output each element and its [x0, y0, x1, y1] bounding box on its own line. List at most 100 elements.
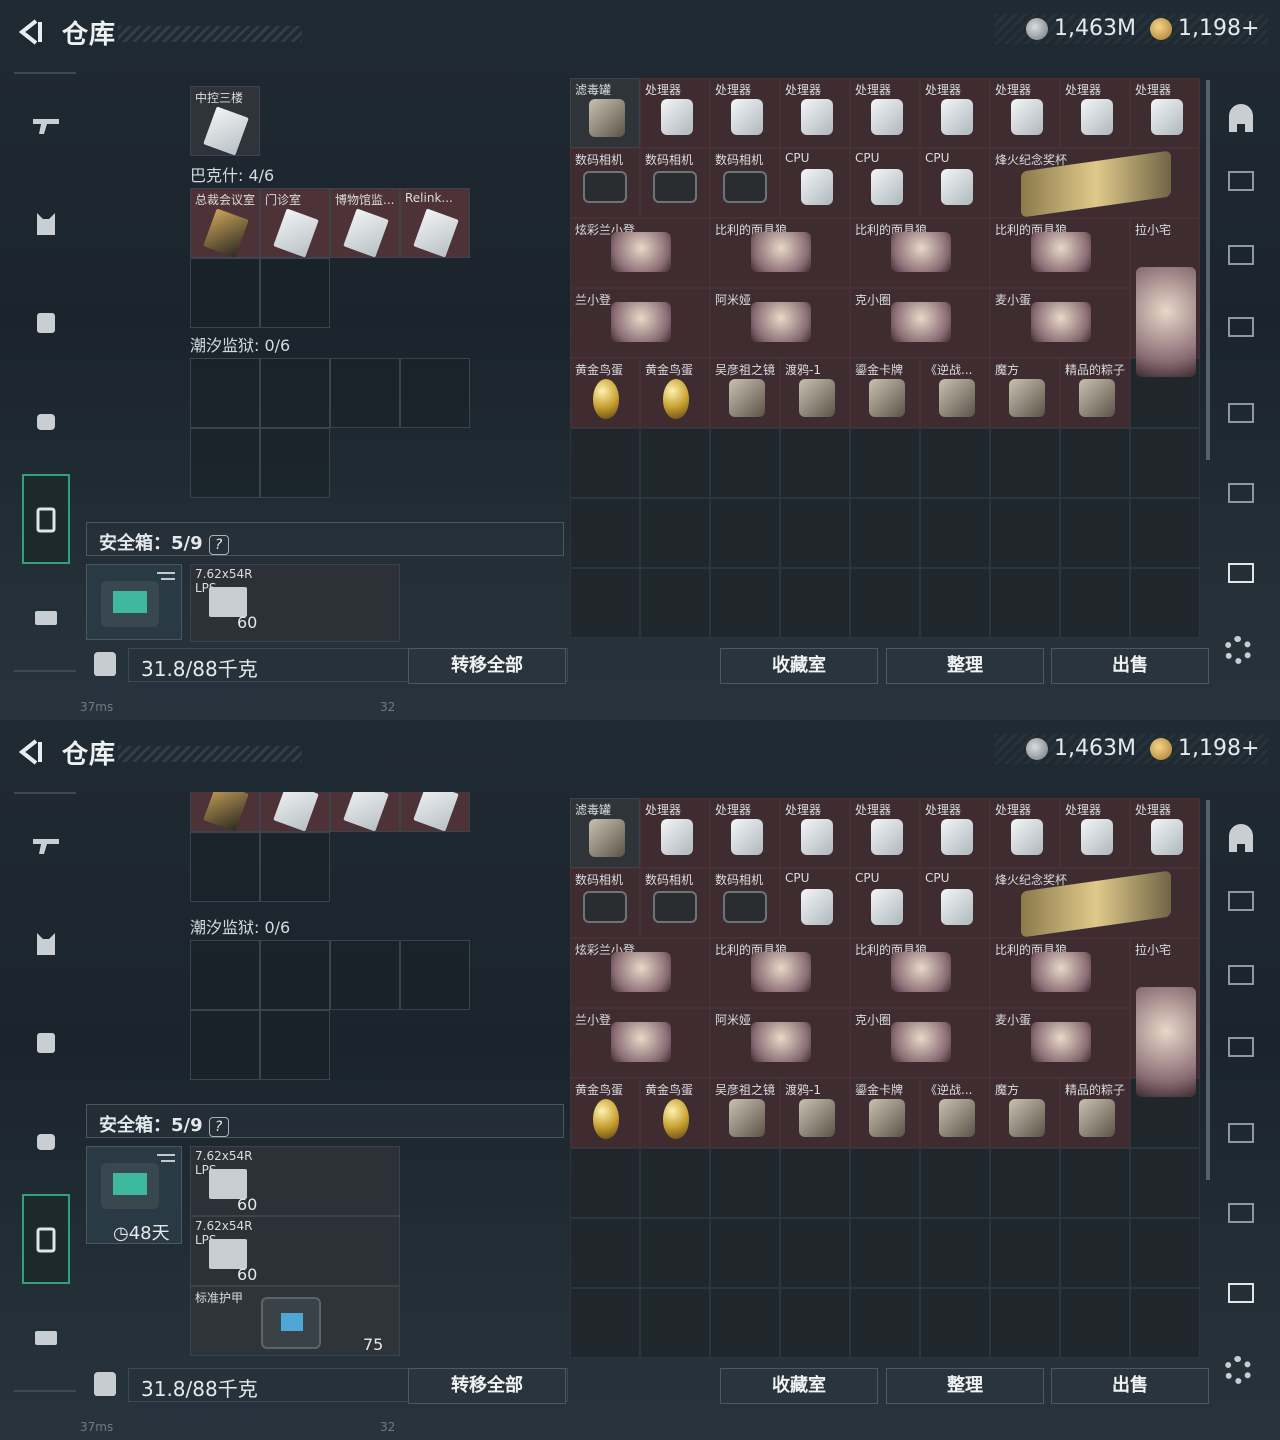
- inventory-item[interactable]: 处理器: [990, 78, 1060, 148]
- sidebar-item-weapon[interactable]: [22, 102, 70, 150]
- grid-cell[interactable]: [920, 1218, 990, 1288]
- sidebar-item-armor[interactable]: [22, 920, 70, 968]
- keycard-slot[interactable]: 博物馆监...: [330, 188, 400, 258]
- inventory-item[interactable]: 吴彦祖之镜: [710, 358, 780, 428]
- grid-cell[interactable]: [570, 1288, 640, 1358]
- grid-cell[interactable]: [850, 428, 920, 498]
- expand-storage-icon[interactable]: [1218, 304, 1264, 348]
- inventory-item[interactable]: CPU: [850, 148, 920, 218]
- keycard-slot[interactable]: Relink...: [400, 188, 470, 258]
- warehouse-tab-icon[interactable]: [1218, 98, 1264, 142]
- sidebar-item-briefcase[interactable]: [22, 1312, 70, 1360]
- inventory-item[interactable]: 烽火纪念奖杯: [990, 148, 1200, 218]
- inventory-item[interactable]: 比利的面具狼: [850, 218, 990, 288]
- inventory-item[interactable]: 处理器: [850, 798, 920, 868]
- empty-slot[interactable]: [190, 1010, 260, 1080]
- grid-cell[interactable]: [1060, 1218, 1130, 1288]
- grid-cell[interactable]: [780, 1218, 850, 1288]
- sidebar-item-briefcase[interactable]: [22, 592, 70, 640]
- expand-storage-icon[interactable]: [1218, 550, 1264, 594]
- grid-cell[interactable]: [920, 1148, 990, 1218]
- grid-cell[interactable]: [710, 1218, 780, 1288]
- expand-storage-icon[interactable]: [1218, 158, 1264, 202]
- keycard-slot[interactable]: 总裁会议室: [190, 188, 260, 258]
- grid-cell[interactable]: [990, 568, 1060, 638]
- inventory-item[interactable]: 魔方: [990, 1078, 1060, 1148]
- grid-cell[interactable]: [1060, 1288, 1130, 1358]
- empty-slot[interactable]: [260, 428, 330, 498]
- inventory-item[interactable]: 精品的粽子: [1060, 358, 1130, 428]
- empty-slot[interactable]: [400, 358, 470, 428]
- grid-cell[interactable]: [850, 568, 920, 638]
- keycard-slot[interactable]: 中控三楼: [190, 86, 260, 156]
- expand-storage-icon[interactable]: [1218, 952, 1264, 996]
- inventory-item[interactable]: 拉小宅: [1130, 218, 1200, 377]
- transfer-all-button[interactable]: 转移全部: [408, 648, 566, 684]
- inventory-item[interactable]: CPU: [780, 148, 850, 218]
- inventory-item[interactable]: 吴彦祖之镜: [710, 1078, 780, 1148]
- grid-cell[interactable]: [920, 428, 990, 498]
- empty-slot[interactable]: [260, 940, 330, 1010]
- sidebar-item-armor[interactable]: [22, 200, 70, 248]
- grid-cell[interactable]: [570, 568, 640, 638]
- inventory-item[interactable]: 阿米娅: [710, 1008, 850, 1078]
- sidebar-item-backpack[interactable]: [22, 298, 70, 346]
- inventory-item[interactable]: 数码相机: [710, 148, 780, 218]
- inventory-item[interactable]: 炫彩兰小登: [570, 218, 710, 288]
- grid-cell[interactable]: [1130, 1218, 1200, 1288]
- sidebar-item-safebox[interactable]: [22, 1194, 70, 1284]
- inventory-item[interactable]: 比利的面具狼: [710, 218, 850, 288]
- grid-cell[interactable]: [780, 568, 850, 638]
- inventory-item[interactable]: 兰小登: [570, 1008, 710, 1078]
- back-arrow-icon[interactable]: [16, 738, 44, 766]
- sidebar-item-bag[interactable]: [22, 396, 70, 444]
- safebox-case[interactable]: ◷48天: [86, 1146, 182, 1244]
- grid-cell[interactable]: [640, 498, 710, 568]
- sort-button[interactable]: 整理: [886, 648, 1044, 684]
- sell-button[interactable]: 出售: [1051, 1368, 1209, 1404]
- grid-cell[interactable]: [1130, 428, 1200, 498]
- expand-storage-icon[interactable]: [1218, 878, 1264, 922]
- sell-button[interactable]: 出售: [1051, 648, 1209, 684]
- inventory-item[interactable]: CPU: [850, 868, 920, 938]
- empty-slot[interactable]: [260, 832, 330, 902]
- inventory-item[interactable]: 处理器: [920, 78, 990, 148]
- grid-cell[interactable]: [640, 1218, 710, 1288]
- empty-slot[interactable]: [400, 940, 470, 1010]
- grid-cell[interactable]: [990, 498, 1060, 568]
- grid-cell[interactable]: [1060, 428, 1130, 498]
- empty-slot[interactable]: [330, 940, 400, 1010]
- ammo-slot[interactable]: 7.62x54R LPS 60: [190, 1216, 400, 1286]
- inventory-item[interactable]: 处理器: [850, 78, 920, 148]
- inventory-item[interactable]: 数码相机: [710, 868, 780, 938]
- inventory-item[interactable]: 克小圈: [850, 1008, 990, 1078]
- grid-cell[interactable]: [850, 1148, 920, 1218]
- inventory-item[interactable]: 数码相机: [570, 868, 640, 938]
- inventory-item[interactable]: CPU: [780, 868, 850, 938]
- expand-storage-icon[interactable]: [1218, 1024, 1264, 1068]
- inventory-item[interactable]: 渡鸦-1: [780, 1078, 850, 1148]
- grid-cell[interactable]: [1060, 568, 1130, 638]
- grid-cell[interactable]: [570, 1148, 640, 1218]
- grid-cell[interactable]: [1060, 498, 1130, 568]
- empty-slot[interactable]: [260, 258, 330, 328]
- help-icon[interactable]: ?: [208, 1117, 229, 1137]
- grid-cell[interactable]: [710, 1148, 780, 1218]
- expand-storage-icon[interactable]: [1218, 232, 1264, 276]
- settings-gear-icon[interactable]: [1224, 636, 1252, 664]
- warehouse-tab-icon[interactable]: [1218, 818, 1264, 862]
- grid-cell[interactable]: [640, 1148, 710, 1218]
- grid-cell[interactable]: [850, 1288, 920, 1358]
- transfer-all-button[interactable]: 转移全部: [408, 1368, 566, 1404]
- grid-cell[interactable]: [1130, 568, 1200, 638]
- inventory-item[interactable]: 数码相机: [640, 148, 710, 218]
- keycard-slot[interactable]: [400, 792, 470, 832]
- armor-slot[interactable]: 标准护甲 75: [190, 1286, 400, 1356]
- expand-storage-icon[interactable]: [1218, 470, 1264, 514]
- inventory-item[interactable]: 数码相机: [640, 868, 710, 938]
- expand-storage-icon[interactable]: [1218, 1190, 1264, 1234]
- keycard-slot[interactable]: [190, 792, 260, 832]
- inventory-item[interactable]: 处理器: [780, 78, 850, 148]
- inventory-item[interactable]: 处理器: [640, 78, 710, 148]
- inventory-item[interactable]: 拉小宅: [1130, 938, 1200, 1097]
